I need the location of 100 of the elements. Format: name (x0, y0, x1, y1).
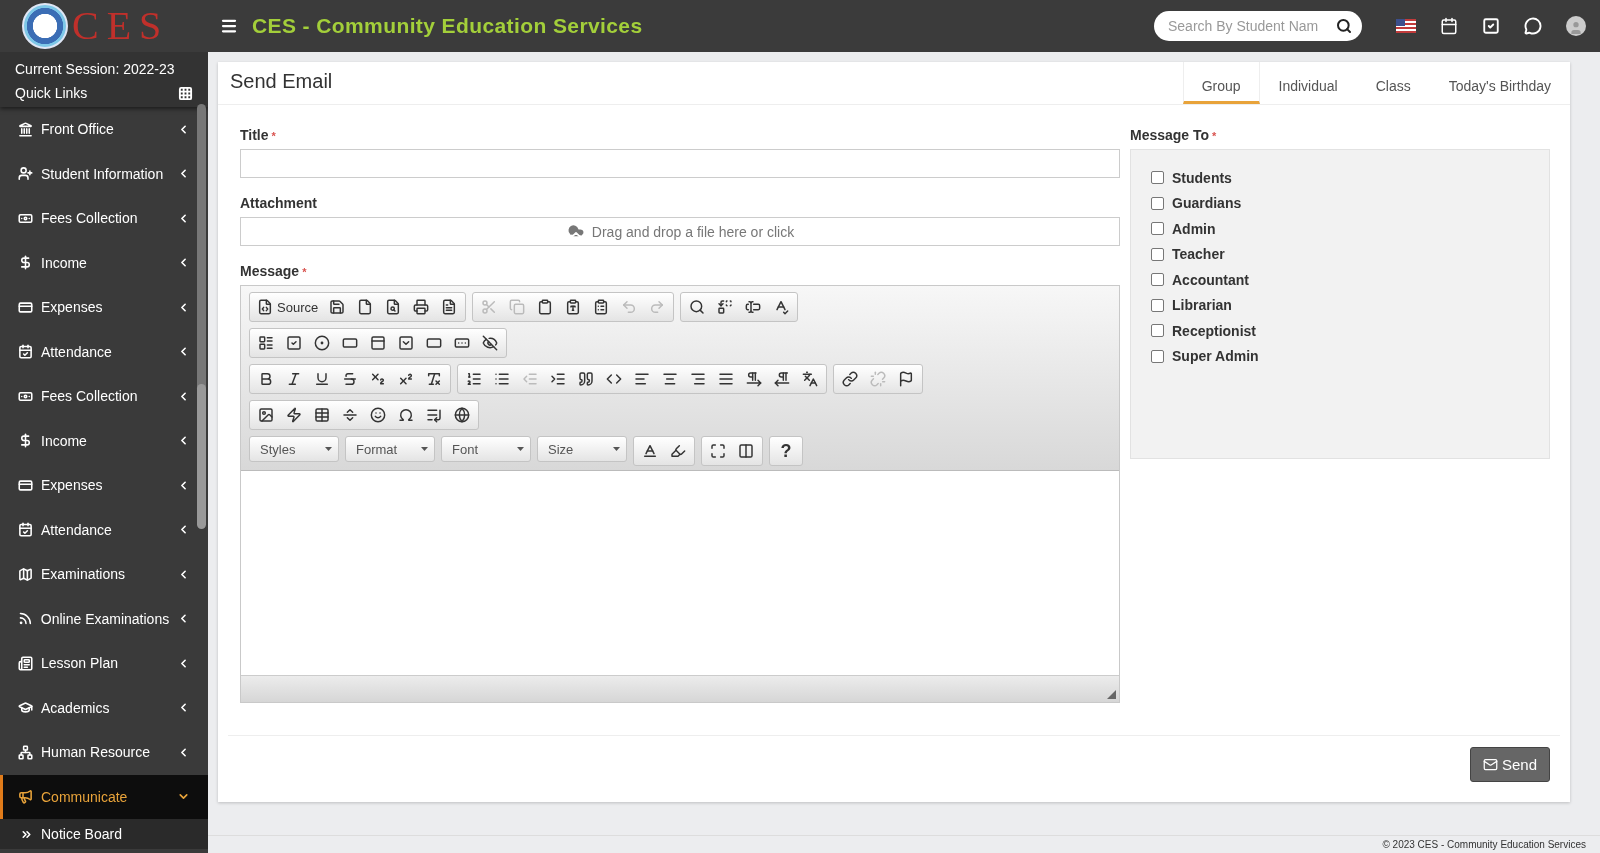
menu-item-icon (18, 166, 33, 182)
menu-item-icon (18, 700, 33, 716)
tab[interactable]: Individual (1259, 62, 1357, 104)
sidebar-item[interactable]: Academics (0, 685, 208, 730)
tab[interactable]: Class (1356, 62, 1430, 104)
menu-item-icon (18, 477, 33, 493)
flag-icon (898, 371, 914, 387)
recipient-option[interactable]: Receptionist (1151, 323, 1529, 339)
sidebar-item[interactable]: Expenses (0, 285, 208, 330)
sidebar-item[interactable]: Expenses (0, 463, 208, 508)
recipient-option[interactable]: Teacher (1151, 246, 1529, 262)
chat-button[interactable] (1524, 17, 1542, 35)
title-input[interactable] (240, 149, 1120, 178)
menu-item-icon (18, 655, 33, 671)
current-session: Current Session: 2022-23 (15, 61, 176, 77)
pilcrow-left-icon (774, 371, 790, 387)
recipient-option[interactable]: Guardians (1151, 195, 1529, 211)
sidebar-item[interactable]: Attendance (0, 507, 208, 552)
quote-icon (578, 371, 594, 387)
form-icon (258, 335, 274, 351)
sidebar-item[interactable]: Fees Collection (0, 196, 208, 241)
replace-icon (717, 299, 734, 315)
caret-icon (613, 447, 620, 451)
sidebar-item[interactable]: Front Office (0, 107, 208, 152)
file-dropzone[interactable]: Drag and drop a file here or click (240, 217, 1120, 246)
checkbox[interactable] (1151, 273, 1164, 287)
menu-item-icon (18, 522, 33, 538)
sidebar-item[interactable]: Human Resource (0, 730, 208, 775)
calendar-button[interactable] (1440, 17, 1458, 35)
checkbox[interactable] (1151, 298, 1164, 312)
menu-item-icon (18, 433, 33, 449)
clipboard-list-icon (593, 299, 610, 315)
field-label: Title * (240, 127, 277, 143)
menu-item-icon (18, 611, 33, 627)
recipient-option[interactable]: Students (1151, 170, 1529, 186)
menu-item-icon (18, 566, 33, 582)
scrollbar-thumb[interactable] (197, 384, 206, 529)
recipient-option[interactable]: Librarian (1151, 297, 1529, 313)
checkbox[interactable] (1151, 222, 1164, 236)
sidebar-item[interactable]: Online Examinations (0, 596, 208, 641)
sidebar-item[interactable]: Income (0, 418, 208, 463)
blocks-icon (738, 443, 754, 459)
code-icon (606, 371, 622, 387)
recipient-option[interactable]: Super Admin (1151, 348, 1529, 364)
menu-item-icon (18, 744, 33, 760)
editor-dropdown[interactable]: Format (345, 436, 435, 462)
sidebar-item[interactable]: Lesson Plan (0, 641, 208, 686)
language-icon (802, 371, 818, 387)
calendar-icon (1440, 17, 1458, 35)
sidebar-item[interactable]: Examinations (0, 552, 208, 597)
tasks-button[interactable] (1482, 17, 1500, 35)
grid-icon[interactable] (178, 85, 193, 101)
tab[interactable]: Today's Birthday (1429, 62, 1570, 104)
quick-links[interactable]: Quick Links (15, 85, 88, 101)
caret-icon (421, 447, 428, 451)
tab[interactable]: Group (1182, 62, 1260, 104)
checkbox[interactable] (1151, 171, 1164, 185)
caret-icon (517, 447, 524, 451)
unlink-icon (870, 371, 886, 387)
document-icon (441, 299, 458, 315)
sidebar-item[interactable]: Communicate (0, 774, 208, 819)
recipient-option[interactable]: Accountant (1151, 272, 1529, 288)
sidebar-item[interactable]: Student Information (0, 151, 208, 196)
menu-button[interactable] (220, 17, 238, 35)
numbered-list-icon (466, 371, 482, 387)
flag-icon (1396, 19, 1416, 33)
text-area-icon (370, 335, 386, 351)
search-icon (1336, 18, 1352, 34)
checkbox[interactable] (1151, 247, 1164, 261)
editor-dropdown[interactable]: Size (537, 436, 627, 462)
search-field[interactable]: Search By Student Nam (1154, 11, 1362, 41)
radio-icon (314, 335, 330, 351)
table-icon (314, 407, 330, 423)
source-button[interactable]: Source (253, 295, 323, 319)
align-right-icon (690, 371, 706, 387)
lightning-icon (286, 407, 302, 423)
code-file-icon (257, 299, 273, 315)
checkbox[interactable] (1151, 324, 1164, 338)
blank-page-icon (357, 299, 374, 315)
spell-check-icon (773, 299, 790, 315)
image-icon (258, 407, 274, 423)
sidebar-item[interactable]: Income (0, 240, 208, 285)
page-break-icon (426, 407, 442, 423)
checkbox[interactable] (1151, 196, 1164, 210)
recipient-option[interactable]: Admin (1151, 221, 1529, 237)
button-shape-icon (426, 335, 442, 351)
sidebar-item[interactable]: Attendance (0, 329, 208, 374)
avatar[interactable] (1566, 16, 1586, 36)
help-button[interactable]: ? (773, 439, 799, 463)
resize-grip-icon[interactable] (1107, 690, 1116, 699)
omega-icon (398, 407, 414, 423)
editor-dropdown[interactable]: Styles (249, 436, 339, 462)
language-button[interactable] (1396, 19, 1416, 33)
checkbox[interactable] (1151, 349, 1164, 363)
menu-item-icon (18, 344, 33, 360)
editor-dropdown[interactable]: Font (441, 436, 531, 462)
menu-item-icon (18, 121, 33, 137)
sidebar-item[interactable]: Fees Collection (0, 374, 208, 419)
send-button[interactable]: Send (1469, 747, 1550, 782)
sidebar-subitem[interactable]: Notice Board (0, 819, 208, 849)
